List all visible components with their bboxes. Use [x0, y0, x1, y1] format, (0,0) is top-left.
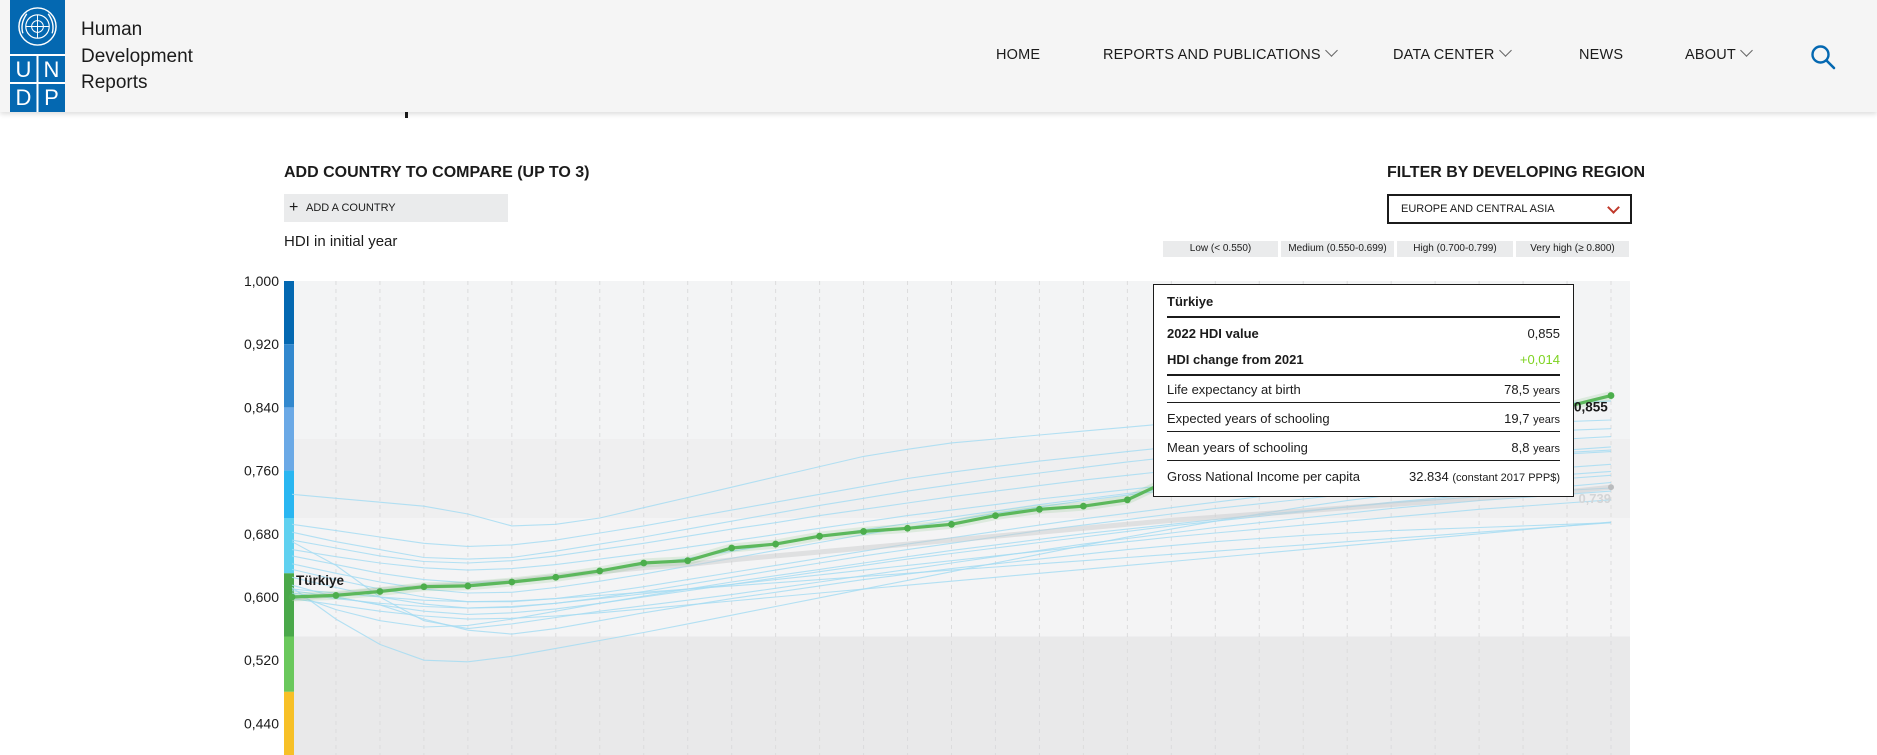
tooltip-row-label: Expected years of schooling	[1167, 411, 1330, 426]
search-icon[interactable]	[1810, 44, 1836, 70]
tooltip-hdi-value: 0,855	[1527, 326, 1560, 341]
highlight-series-point	[640, 559, 648, 567]
y-tick-label: 0,760	[244, 463, 279, 479]
highlight-series-point	[1036, 505, 1043, 513]
tooltip-divider	[1167, 431, 1560, 432]
nav-reports-label: REPORTS AND PUBLICATIONS	[1103, 47, 1321, 63]
logo-letter-p: P	[44, 85, 59, 110]
highlight-series-point	[948, 520, 955, 528]
logo-letter-n: N	[43, 57, 60, 82]
nav-news[interactable]: NEWS	[1579, 47, 1623, 63]
nav-news-label: NEWS	[1579, 47, 1624, 63]
highlight-series-point	[992, 512, 999, 520]
chevron-down-icon	[1740, 44, 1753, 57]
logo-letter-d: D	[15, 85, 32, 110]
y-tick-label: 0,680	[244, 526, 279, 542]
highlight-series-point	[1123, 496, 1131, 504]
hdi-scale-segment	[284, 518, 294, 574]
undp-logo[interactable]: U N D P	[10, 0, 65, 112]
highlight-series-point	[420, 583, 428, 591]
highlight-series-point	[376, 588, 384, 595]
y-tick-label: 1,000	[244, 273, 279, 289]
tooltip-row-unit: years	[1533, 443, 1560, 455]
hdi-scale-segment	[284, 281, 294, 345]
region-average-end-point	[1608, 484, 1614, 491]
nav-home[interactable]: HOME	[996, 47, 1040, 63]
hdi-scale-segment	[284, 344, 294, 408]
site-title[interactable]: Human Development Reports	[81, 17, 193, 97]
nav-home-label: HOME	[996, 47, 1041, 63]
chevron-down-icon	[1324, 44, 1338, 57]
tooltip-row-number: 32.834	[1408, 469, 1449, 484]
highlight-series-point	[464, 582, 472, 590]
highlight-series-point	[1607, 392, 1615, 399]
tooltip-hdi-change-value: +0,014	[1519, 352, 1560, 367]
tooltip-divider	[1167, 316, 1560, 318]
chevron-down-icon	[1498, 44, 1512, 57]
region-average-end-label: 0,739	[1578, 491, 1611, 506]
hdi-scale-segment	[284, 573, 294, 637]
highlight-series-point	[904, 524, 911, 532]
tooltip-divider	[1167, 374, 1560, 376]
highlight-series-point	[772, 540, 780, 548]
tooltip-row-number: 8,8	[1511, 440, 1530, 455]
tooltip-country-name: Türkiye	[1167, 294, 1214, 309]
tooltip-hdi-change-label: HDI change from 2021	[1167, 352, 1304, 367]
tooltip-row-unit: (constant 2017 PPP$)	[1452, 472, 1560, 484]
nav-reports-and-publications[interactable]: REPORTS AND PUBLICATIONS	[1103, 44, 1338, 63]
y-tick-label: 0,920	[244, 336, 279, 352]
tooltip-row-label: Life expectancy at birth	[1167, 382, 1301, 397]
highlight-series-end-label: 0,855	[1574, 400, 1608, 415]
y-tick-label: 0,840	[244, 399, 279, 415]
tooltip-row-unit: years	[1533, 385, 1560, 397]
tooltip-row-value: 32.834 (constant 2017 PPP$)	[1409, 469, 1560, 484]
nav-about-label: ABOUT	[1685, 47, 1736, 63]
site-title-line: Reports	[81, 72, 148, 93]
nav-about[interactable]: ABOUT	[1685, 44, 1753, 63]
highlight-series-point	[728, 544, 736, 552]
highlight-series-point	[684, 557, 692, 565]
highlight-series-point	[596, 567, 604, 575]
y-tick-label: 0,600	[244, 589, 279, 605]
tooltip-row-unit: years	[1533, 414, 1560, 426]
logo-letter-u: U	[15, 57, 32, 82]
tooltip-row-value: 19,7 years	[1504, 411, 1560, 426]
nav-data-center-label: DATA CENTER	[1393, 47, 1495, 63]
tooltip-row-number: 78,5	[1504, 382, 1530, 397]
tooltip-row-value: 8,8 years	[1511, 440, 1560, 455]
tooltip-row-label: Gross National Income per capita	[1167, 469, 1360, 484]
tooltip-row-label: Mean years of schooling	[1167, 440, 1308, 455]
site-header: U N D P Human Development Reports HOME R…	[0, 0, 1877, 112]
highlight-series-point	[288, 593, 296, 601]
country-tooltip: Türkiye 2022 HDI value 0,855 HDI change …	[1153, 284, 1574, 497]
highlight-series-point	[816, 532, 823, 540]
hdi-scale-segment	[284, 691, 294, 755]
highlight-series-start-label: Türkiye	[296, 573, 345, 588]
y-tick-label: 0,520	[244, 652, 279, 668]
highlight-series-point	[508, 578, 516, 586]
highlight-series-point	[332, 592, 340, 599]
tooltip-divider	[1167, 460, 1560, 461]
hdi-scale-segment	[284, 636, 294, 692]
tooltip-row-number: 19,7	[1504, 411, 1530, 426]
highlight-series-point	[860, 528, 867, 535]
tooltip-divider	[1167, 402, 1560, 403]
highlight-series-point	[1080, 502, 1087, 510]
tooltip-hdi-value-label: 2022 HDI value	[1167, 326, 1259, 341]
highlight-series-point	[552, 573, 560, 581]
band-low	[284, 636, 1630, 755]
site-title-line: Development	[81, 45, 193, 67]
site-title-line: Human	[81, 19, 143, 40]
y-tick-label: 0,440	[244, 715, 279, 731]
nav-data-center[interactable]: DATA CENTER	[1393, 44, 1512, 63]
hdi-scale-segment	[284, 407, 294, 471]
tooltip-row-value: 78,5 years	[1504, 382, 1560, 397]
hdi-trend-chart: 1,000 0,920 0,840 0,760 0,680 0,600 0,520 0,440…	[244, 273, 1630, 755]
